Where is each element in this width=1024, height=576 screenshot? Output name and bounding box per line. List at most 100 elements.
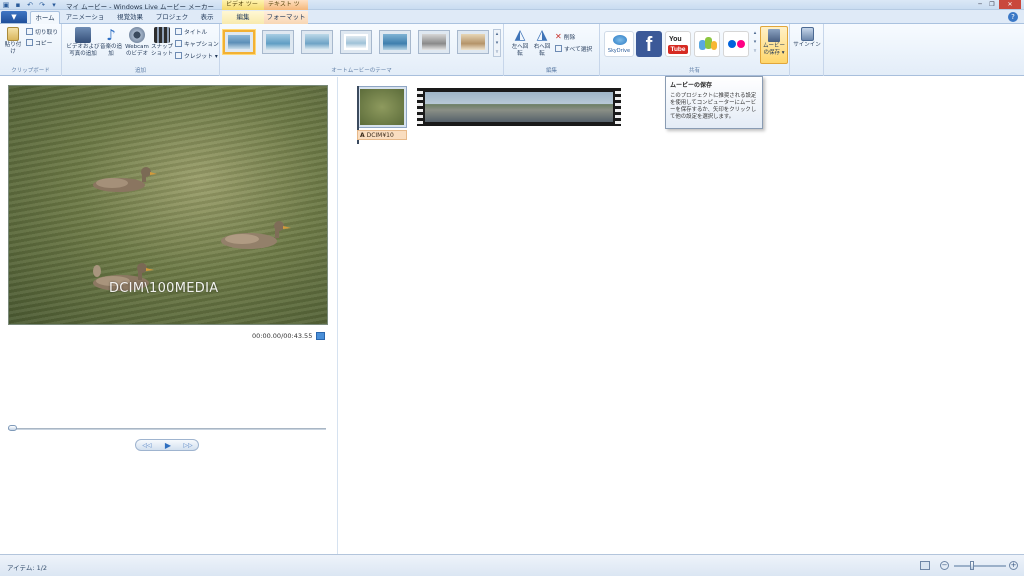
- webcam-icon: [129, 27, 145, 43]
- skydrive-label: SkyDrive: [607, 48, 631, 54]
- play-icon[interactable]: ▶: [159, 441, 177, 450]
- file-menu-button[interactable]: ▼: [1, 11, 27, 23]
- tab-animation[interactable]: アニメーション: [63, 11, 107, 33]
- paste-label: 貼り付け: [4, 42, 22, 55]
- snapshot-icon: [154, 27, 170, 43]
- save-icon[interactable]: ▪: [14, 1, 22, 9]
- status-bar: アイテム: 1/2 − +: [0, 554, 1024, 576]
- title-bar: ▣ ▪ ↶ ↷ ▾ マイ ムービー - Windows Live ムービー メー…: [0, 0, 1024, 18]
- clip-caption-text: DCIM¥10: [366, 132, 394, 139]
- rotate-left-icon: ◭: [514, 27, 526, 43]
- delete-button[interactable]: ✕ 削除: [555, 32, 575, 42]
- theme-gallery-scroll[interactable]: ▴ ▾ ▿: [493, 29, 501, 57]
- theme-thumbnail-pan-zoom[interactable]: [340, 30, 372, 54]
- add-videos-photos-label: ビデオおよび写真の追加: [66, 44, 100, 57]
- automovie-themes-label: オートムービーのテーマ: [331, 68, 392, 74]
- qat-dropdown-icon[interactable]: ▾: [50, 1, 58, 9]
- zoom-slider-thumb[interactable]: [970, 561, 974, 570]
- youtube-logo-tube: Tube: [668, 45, 688, 54]
- previous-frame-icon[interactable]: ◁◁: [138, 441, 156, 450]
- seek-bar[interactable]: [8, 428, 326, 430]
- theme-thumbnail-sepia[interactable]: [457, 30, 489, 54]
- item-count: アイテム: 1/2: [7, 564, 48, 572]
- minimize-button[interactable]: ─: [974, 0, 986, 9]
- credits-icon: [175, 52, 182, 59]
- clip-caption-label[interactable]: A DCIM¥10: [357, 130, 407, 140]
- storyboard-panel: A DCIM¥10: [338, 77, 1024, 554]
- undo-icon[interactable]: ↶: [26, 1, 34, 9]
- select-all-icon: [555, 45, 562, 52]
- facebook-icon[interactable]: f: [636, 31, 662, 57]
- ribbon-tab-row: ▼ ホーム アニメーション 視覚効果 プロジェクト 表示 編集 フォーマット ?: [0, 10, 1024, 33]
- caption-button[interactable]: キャプション: [175, 40, 219, 50]
- theme-thumbnail-contemporary[interactable]: [262, 30, 294, 54]
- flickr-icon[interactable]: [723, 31, 749, 57]
- zoom-slider[interactable]: [954, 565, 1006, 567]
- app-menu-icon[interactable]: ▣: [2, 1, 10, 9]
- sign-in-button[interactable]: サインイン: [793, 27, 821, 49]
- theme-thumbnail-cinematic[interactable]: [379, 30, 411, 54]
- add-group-label: 追加: [134, 68, 146, 74]
- snapshot-button[interactable]: スナップショット: [151, 27, 173, 58]
- video-frame-4: [569, 92, 613, 122]
- paste-button[interactable]: 貼り付け: [4, 27, 22, 56]
- add-group: ビデオおよび写真の追加 ♪ 音楽の追加 Webcam のビデオ スナップショット…: [62, 24, 220, 76]
- theme-preview: [266, 34, 290, 50]
- video-caption-overlay: DCIM\100MEDIA: [109, 281, 219, 296]
- ribbon: 貼り付け 切り取り コピー クリップボード ビデオおよび写真の追加 ♪ 音楽の追…: [0, 24, 1024, 76]
- clip-thumbnail: [360, 89, 404, 125]
- share-gallery-scroll[interactable]: ▴ ▾ ▿: [752, 29, 758, 57]
- flickr-dot-blue: [728, 40, 736, 48]
- save-movie-icon: [768, 29, 780, 42]
- add-videos-photos-button[interactable]: ビデオおよび写真の追加: [66, 27, 100, 58]
- skydrive-button[interactable]: SkyDrive: [604, 31, 634, 57]
- video-frame-2: [473, 92, 521, 122]
- rotate-right-button[interactable]: ◮ 右へ回転: [532, 27, 552, 58]
- theme-thumbnail-default[interactable]: [223, 30, 255, 54]
- select-all-button[interactable]: すべて選択: [555, 45, 592, 55]
- webcam-video-label: Webcam のビデオ: [125, 44, 149, 57]
- tab-edit[interactable]: 編集: [222, 11, 264, 24]
- youtube-icon[interactable]: You Tube: [665, 31, 691, 57]
- storyboard-clip-photo[interactable]: [357, 86, 407, 128]
- cut-button[interactable]: 切り取り: [26, 28, 58, 38]
- film-sprocket-right: [615, 88, 621, 126]
- zoom-out-icon[interactable]: −: [940, 561, 949, 570]
- windows-live-groups-icon[interactable]: [694, 31, 720, 57]
- save-movie-tooltip: ムービーの保存 このプロジェクトに推奨される設定を使用してコンピューターにムービ…: [665, 76, 763, 129]
- help-icon[interactable]: ?: [1008, 12, 1018, 22]
- add-music-button[interactable]: ♪ 音楽の追加: [100, 27, 122, 58]
- playback-controls: ◁◁ ▶ ▷▷: [135, 439, 199, 451]
- duck-2: [221, 221, 291, 249]
- duck-1: [93, 167, 157, 192]
- tooltip-body: このプロジェクトに推奨される設定を使用してコンピューターにムービーを保存するか、…: [670, 93, 757, 120]
- storyboard-clip-video[interactable]: [417, 88, 621, 126]
- copy-button[interactable]: コピー: [26, 39, 52, 49]
- tab-visual-effects[interactable]: 視覚効果: [111, 11, 149, 24]
- next-frame-icon[interactable]: ▷▷: [179, 441, 197, 450]
- theme-thumbnail-black-white[interactable]: [418, 30, 450, 54]
- timecode: 00:00.00/00:43.55: [252, 332, 313, 340]
- clipboard-group-label: クリップボード: [11, 68, 50, 74]
- video-preview[interactable]: DCIM\100MEDIA: [8, 85, 328, 325]
- fullscreen-icon[interactable]: [316, 332, 325, 340]
- rotate-left-button[interactable]: ◭ 左へ回転: [510, 27, 530, 58]
- title-button[interactable]: タイトル: [175, 28, 207, 38]
- caption-text-icon: A: [360, 132, 365, 139]
- tab-home[interactable]: ホーム: [30, 11, 60, 24]
- tab-project[interactable]: プロジェクト: [153, 11, 191, 33]
- credits-button[interactable]: クレジット ▾: [175, 52, 218, 62]
- save-movie-button[interactable]: ムービーの保存 ▾: [760, 26, 788, 64]
- webcam-video-button[interactable]: Webcam のビデオ: [123, 27, 151, 58]
- tooltip-title: ムービーの保存: [670, 82, 713, 89]
- maximize-button[interactable]: ❐: [986, 0, 998, 9]
- close-button[interactable]: ✕: [999, 0, 1021, 9]
- zoom-in-icon[interactable]: +: [1009, 561, 1018, 570]
- people-icon-c: [711, 41, 717, 50]
- tab-format[interactable]: フォーマット: [264, 11, 308, 24]
- tab-view[interactable]: 表示: [195, 11, 219, 24]
- theme-thumbnail-fade[interactable]: [301, 30, 333, 54]
- seek-thumb[interactable]: [8, 425, 17, 431]
- redo-icon[interactable]: ↷: [38, 1, 46, 9]
- thumbnail-size-icon[interactable]: [920, 561, 930, 570]
